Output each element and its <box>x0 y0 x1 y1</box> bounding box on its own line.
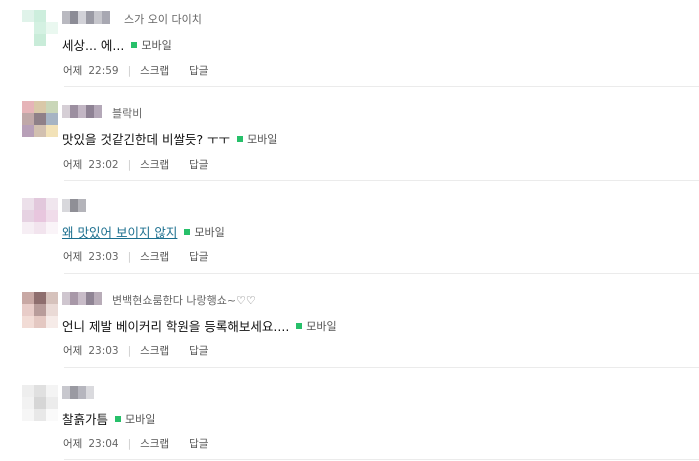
reply-button[interactable]: 답글 <box>189 157 208 172</box>
separator: | <box>127 437 132 450</box>
comment-meta: 어제 23:04 | 스크랩 답글 <box>63 436 208 451</box>
date-label: 어제 <box>63 65 83 77</box>
divider <box>64 86 699 87</box>
comment-text-row: 언니 제발 베이커리 학원을 등록해보세요.... 모바일 <box>62 316 337 335</box>
divider <box>64 459 699 460</box>
scrap-button[interactable]: 스크랩 <box>140 63 169 78</box>
separator: | <box>127 344 132 357</box>
comment-meta: 어제 23:03 | 스크랩 답글 <box>63 343 208 358</box>
author-subname: 스가 오이 다이치 <box>124 13 202 26</box>
mobile-label: 모바일 <box>125 412 156 426</box>
date-label: 어제 <box>63 345 83 357</box>
scrap-button[interactable]: 스크랩 <box>140 157 169 172</box>
avatar[interactable] <box>22 10 58 46</box>
author-subname: 블락비 <box>112 107 143 120</box>
reply-button[interactable]: 답글 <box>189 343 208 358</box>
comment-time: 23:03 <box>88 344 119 357</box>
comment-text: 언니 제발 베이커리 학원을 등록해보세요.... <box>62 319 290 334</box>
mobile-dot-icon <box>237 135 244 142</box>
author-subname: 변백현쇼룸한다 나랑행쇼~♡♡ <box>112 294 256 307</box>
date-label: 어제 <box>63 251 83 263</box>
mobile-badge: 모바일 <box>131 37 172 53</box>
date-label: 어제 <box>63 159 83 171</box>
divider <box>64 367 699 368</box>
scrap-button[interactable]: 스크랩 <box>140 249 169 264</box>
mobile-label: 모바일 <box>247 132 278 146</box>
comment-text-row: 맛있을 것같긴한데 비쌀듯? ㅜㅜ 모바일 <box>62 129 277 148</box>
divider <box>64 273 699 274</box>
reply-button[interactable]: 답글 <box>189 436 208 451</box>
separator: | <box>127 158 132 171</box>
mobile-dot-icon <box>184 228 191 235</box>
comment-time: 23:04 <box>88 437 119 450</box>
comment-text-row: 찰흙가틈 모바일 <box>62 409 155 428</box>
nickname-blurred[interactable] <box>62 199 86 212</box>
separator: | <box>127 64 132 77</box>
nickname-blurred[interactable] <box>62 11 110 24</box>
divider <box>64 180 699 181</box>
mobile-dot-icon <box>115 415 122 422</box>
comment-text: 찰흙가틈 <box>62 412 109 427</box>
avatar[interactable] <box>22 385 58 421</box>
nickname-blurred[interactable] <box>62 292 102 305</box>
reply-button[interactable]: 답글 <box>189 63 208 78</box>
avatar[interactable] <box>22 198 58 234</box>
mobile-badge: 모바일 <box>237 131 277 147</box>
comment-text: 맛있을 것같긴한데 비쌀듯? ㅜㅜ <box>62 132 231 147</box>
mobile-badge: 모바일 <box>184 224 225 240</box>
comment-text-row: 왜 맛있어 보이지 않지 모바일 <box>62 222 225 241</box>
scrap-button[interactable]: 스크랩 <box>140 436 169 451</box>
avatar[interactable] <box>22 101 58 137</box>
scrap-button[interactable]: 스크랩 <box>140 343 169 358</box>
comment-time: 23:02 <box>88 158 119 171</box>
nickname-blurred[interactable] <box>62 386 94 399</box>
nickname-blurred[interactable] <box>62 105 102 118</box>
comment-text: 세상... 에... <box>62 38 125 53</box>
avatar[interactable] <box>22 292 58 328</box>
comment-text-link[interactable]: 왜 맛있어 보이지 않지 <box>62 222 177 241</box>
mobile-dot-icon <box>296 322 303 329</box>
separator: | <box>127 250 132 263</box>
reply-button[interactable]: 답글 <box>189 249 208 264</box>
mobile-label: 모바일 <box>306 319 337 333</box>
mobile-badge: 모바일 <box>296 318 337 334</box>
mobile-badge: 모바일 <box>115 411 155 427</box>
mobile-dot-icon <box>131 41 138 48</box>
comment-meta: 어제 22:59 | 스크랩 답글 <box>63 63 208 78</box>
comment-text-row: 세상... 에... 모바일 <box>62 35 172 54</box>
comment-time: 22:59 <box>88 64 119 77</box>
comment-meta: 어제 23:02 | 스크랩 답글 <box>63 157 208 172</box>
date-label: 어제 <box>63 438 83 450</box>
comment-time: 23:03 <box>88 250 119 263</box>
comment-meta: 어제 23:03 | 스크랩 답글 <box>63 249 208 264</box>
mobile-label: 모바일 <box>141 38 172 52</box>
mobile-label: 모바일 <box>194 225 225 239</box>
